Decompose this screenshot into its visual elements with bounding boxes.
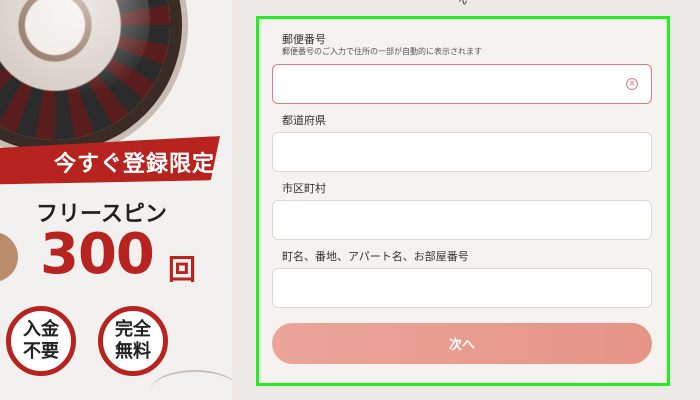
badge-label: 完全 無料 — [115, 319, 151, 362]
promo-banner: 今すぐ登録限定 フリースピン 300 回 入金 不要 完全 無料 — [0, 0, 232, 400]
city-input[interactable] — [272, 200, 652, 240]
decorative-glyph: ∿ — [458, 0, 469, 8]
postal-code-input[interactable] — [272, 64, 652, 104]
decorative-swoosh — [150, 370, 232, 400]
next-button[interactable]: 次へ — [272, 323, 652, 364]
address-input[interactable] — [272, 268, 652, 308]
clear-icon[interactable]: × — [626, 78, 638, 90]
badge-free: 完全 無料 — [98, 306, 168, 376]
prefecture-label: 都道府県 — [282, 114, 326, 127]
badge-no-deposit: 入金 不要 — [6, 306, 76, 376]
badge-label: 入金 不要 — [23, 319, 59, 362]
chip-image — [0, 232, 18, 282]
prefecture-input[interactable] — [272, 132, 652, 172]
postal-code-hint: 郵便番号のご入力で住所の一部が自動的に表示されます — [282, 47, 482, 56]
promo-unit: 回 — [168, 253, 197, 286]
promo-ribbon-text: 今すぐ登録限定 — [53, 152, 215, 177]
promo-number: 300 — [40, 222, 155, 287]
address-label: 町名、番地、アパート名、お部屋番号 — [282, 250, 469, 263]
postal-code-label: 郵便番号 — [282, 33, 326, 46]
city-label: 市区町村 — [282, 182, 326, 195]
